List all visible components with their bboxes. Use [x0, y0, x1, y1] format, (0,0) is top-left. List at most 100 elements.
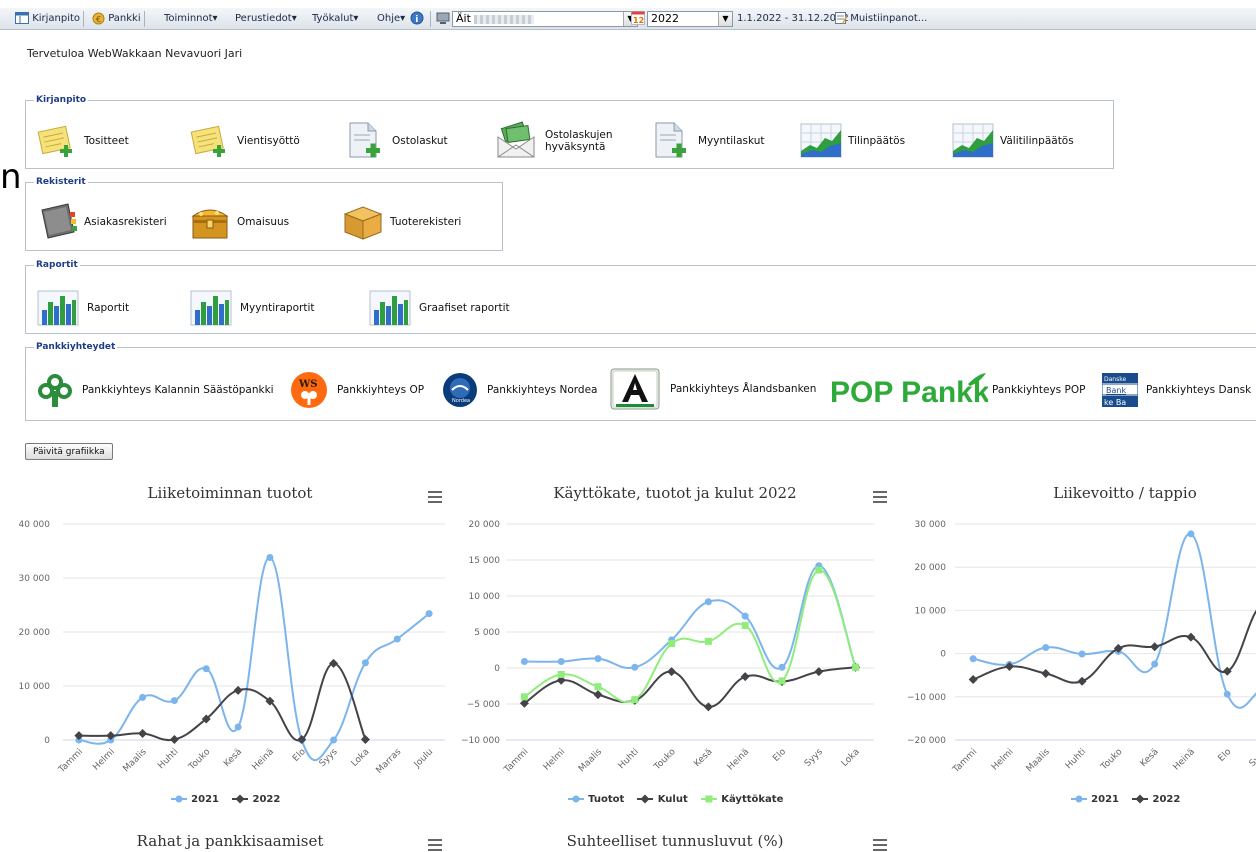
valitilinpaatos-link[interactable]: Välitilinpäätös: [952, 121, 1074, 161]
y-tick-label: 10 000: [915, 606, 947, 616]
x-tick-label: Kesä: [692, 747, 714, 769]
pankkiyhteys-danske-link[interactable]: Danske Bank ke Ba Pankkiyhteys Dansk: [1102, 370, 1251, 410]
myyntiraportit-link[interactable]: Myyntiraportit: [190, 288, 314, 328]
chart-suhteelliset-tunnusluvut: Suhteelliset tunnusluvut (%): [450, 826, 900, 852]
pop-logo-text: POP Pankki: [830, 376, 988, 409]
treasure-chest-icon: [191, 209, 229, 239]
data-point: [852, 663, 860, 671]
calendar-icon: 12: [631, 11, 645, 25]
pankkiyhteydet-group: Pankkiyhteydet Pankkiyhteys Kalannin Sää…: [25, 342, 1256, 421]
legend-symbol: [232, 794, 248, 804]
legend-symbol: [170, 795, 187, 803]
ostolaskut-link[interactable]: Ostolaskut: [344, 121, 448, 161]
tositteet-link[interactable]: Tositteet: [36, 121, 129, 161]
chart-menu-icon[interactable]: [873, 491, 887, 503]
myyntilaskut-link[interactable]: Myyntilaskut: [650, 121, 765, 161]
pankkiyhteys-alandsbanken-link[interactable]: Pankkiyhteys Ålandsbanken: [610, 368, 816, 410]
data-point: [1135, 794, 1145, 804]
x-tick-label: Tammi: [502, 747, 531, 776]
data-point: [175, 795, 183, 803]
cardboard-box-icon: [343, 206, 383, 240]
perustiedot-menu[interactable]: Perustiedot▾: [235, 11, 297, 27]
pop-pankki-logo-icon: POP Pankki: [830, 373, 988, 409]
chart-menu-icon[interactable]: [873, 839, 887, 851]
data-point: [1151, 660, 1159, 668]
rekisterit-group: Rekisterit Asiakasrekisteri Omaisuus Tuo…: [25, 177, 503, 251]
asiakasrekisteri-link[interactable]: Asiakasrekisteri: [36, 202, 167, 242]
year-select[interactable]: 2022 ▼: [647, 11, 733, 27]
data-point: [1075, 795, 1083, 803]
x-tick-label: Loka: [350, 747, 372, 769]
tyokalut-menu[interactable]: Työkalut▾: [312, 11, 358, 27]
legend-item[interactable]: 2022: [231, 794, 280, 805]
data-point: [968, 675, 978, 685]
x-tick-label: Elo: [771, 747, 788, 764]
x-tick-label: Huhti: [617, 747, 641, 771]
pankkiyhteys-nordea-link[interactable]: Nordea Pankkiyhteys Nordea: [440, 370, 597, 410]
legend-item[interactable]: Kulut: [636, 794, 688, 805]
info-button[interactable]: i: [410, 11, 424, 27]
pankkiyhteys-op-link[interactable]: WS Pankkiyhteys OP: [289, 370, 424, 410]
notes-button[interactable]: Muistiinpanot...: [835, 11, 927, 27]
legend-label: 2022: [249, 794, 281, 805]
raportit-link[interactable]: Raportit: [37, 288, 129, 328]
refresh-graphics-button[interactable]: Päivitä grafiikka: [25, 443, 113, 460]
legend-item[interactable]: Käyttökate: [700, 794, 783, 805]
company-value: Äit: [456, 12, 471, 25]
chart-menu-icon[interactable]: [428, 491, 442, 503]
data-point: [1223, 690, 1231, 698]
danske-logo-text-2: Bank: [1106, 386, 1126, 395]
legend-item[interactable]: 2022: [1131, 794, 1180, 805]
x-tick-label: Helmi: [542, 747, 568, 773]
notepad-icon: [835, 12, 847, 24]
kirjanpito-menu[interactable]: Kirjanpito: [15, 11, 80, 27]
x-tick-label: Marras: [375, 747, 404, 776]
ostolaskujen-hyvaksynta-link[interactable]: Ostolaskujen hyväksyntä: [495, 121, 625, 161]
graafiset-raportit-label: Graafiset raportit: [419, 302, 510, 314]
y-tick-label: 20 000: [19, 628, 51, 638]
y-tick-label: 20 000: [469, 520, 501, 530]
x-tick-label: Touko: [1099, 747, 1125, 773]
omaisuus-label: Omaisuus: [237, 216, 290, 228]
chart-menu-icon[interactable]: [428, 839, 442, 851]
data-point: [138, 729, 148, 739]
y-tick-label: 0: [940, 650, 946, 660]
coin-icon: €: [92, 12, 105, 24]
data-point: [704, 598, 712, 606]
alandsbanken-logo-icon: [610, 368, 660, 410]
legend-item[interactable]: Tuotot: [567, 794, 624, 805]
omaisuus-link[interactable]: Omaisuus: [189, 202, 289, 242]
tuoterekisteri-link[interactable]: Tuoterekisteri: [342, 202, 461, 242]
toiminnot-menu[interactable]: Toiminnot▾: [164, 11, 218, 27]
data-point: [1041, 668, 1051, 678]
y-tick-label: 10 000: [19, 682, 51, 692]
tilinpaatos-link[interactable]: Tilinpäätös: [800, 121, 905, 161]
op-logo-text: WS: [298, 379, 317, 390]
pankkiyhteydet-legend: Pankkiyhteydet: [36, 342, 116, 352]
legend-item[interactable]: 2021: [1070, 794, 1119, 805]
notes-add-icon: [190, 125, 225, 157]
pankkiyhteys-pop-link[interactable]: POP Pankki Pankkiyhteys POP: [828, 370, 1085, 410]
pankkiyhteys-pop-label: Pankkiyhteys POP: [992, 384, 1086, 396]
series-line-Tuotot: [524, 564, 857, 670]
data-point: [139, 693, 147, 701]
pankkiyhteys-kalanti-link[interactable]: Pankkiyhteys Kalannin Säästöpankki: [35, 370, 274, 410]
notes-add-icon: [37, 125, 72, 157]
pankki-menu[interactable]: € Pankki: [92, 11, 141, 27]
company-select[interactable]: Äit ▼: [452, 11, 638, 27]
calendar-button[interactable]: 12: [631, 10, 645, 26]
ohje-menu[interactable]: Ohje▾: [377, 11, 405, 27]
chart-legend: 2021 2022: [900, 794, 1256, 805]
document-add-icon: [655, 122, 686, 158]
graafiset-raportit-link[interactable]: Graafiset raportit: [369, 288, 510, 328]
vientisyotto-link[interactable]: Vientisyöttö: [189, 121, 300, 161]
data-point: [594, 655, 602, 663]
data-point: [1078, 650, 1086, 658]
toolbar-separator: [144, 11, 145, 27]
legend-item[interactable]: 2021: [170, 794, 219, 805]
pankkiyhteys-danske-label: Pankkiyhteys Dansk: [1146, 384, 1252, 396]
x-tick-label: Heinä: [251, 747, 276, 772]
vientisyotto-label: Vientisyöttö: [237, 135, 300, 147]
y-tick-label: 5 000: [474, 628, 500, 638]
chart-plot-area: −20 000 −10 000 0 10 000 20 000 30 000 Tammi He…: [907, 520, 1256, 776]
